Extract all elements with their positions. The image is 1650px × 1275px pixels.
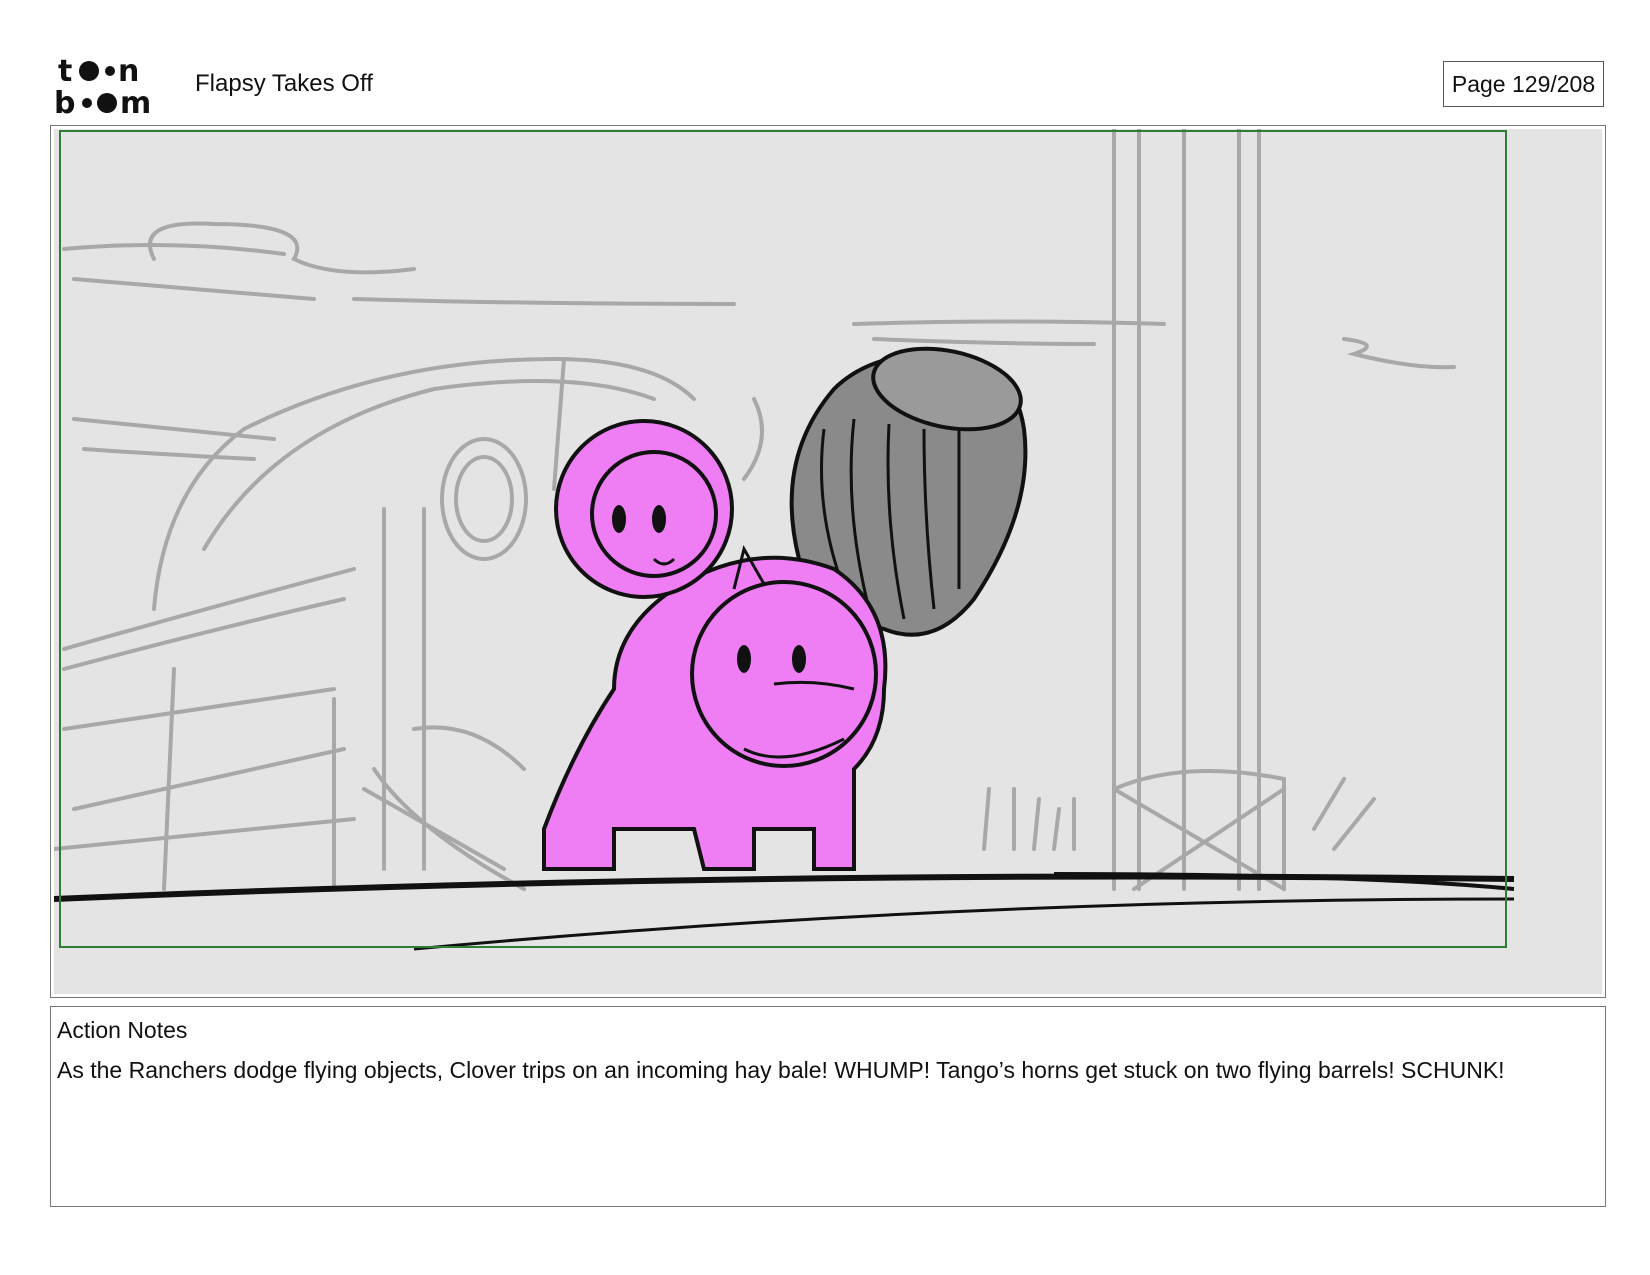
svg-text:n: n <box>118 55 139 89</box>
svg-text:m: m <box>120 86 151 117</box>
page-indicator: Page 129/208 <box>1443 61 1604 107</box>
svg-text:t: t <box>58 55 72 89</box>
toonboom-logo: t n b m <box>54 55 151 117</box>
project-title: Flapsy Takes Off <box>195 70 373 97</box>
action-notes-label: Action Notes <box>57 1017 188 1043</box>
storyboard-panel-image <box>54 129 1602 994</box>
action-notes-box: Action Notes As the Ranchers dodge flyin… <box>50 1006 1606 1207</box>
svg-text:b: b <box>54 86 75 117</box>
action-notes-text: As the Ranchers dodge flying objects, Cl… <box>57 1057 1505 1083</box>
